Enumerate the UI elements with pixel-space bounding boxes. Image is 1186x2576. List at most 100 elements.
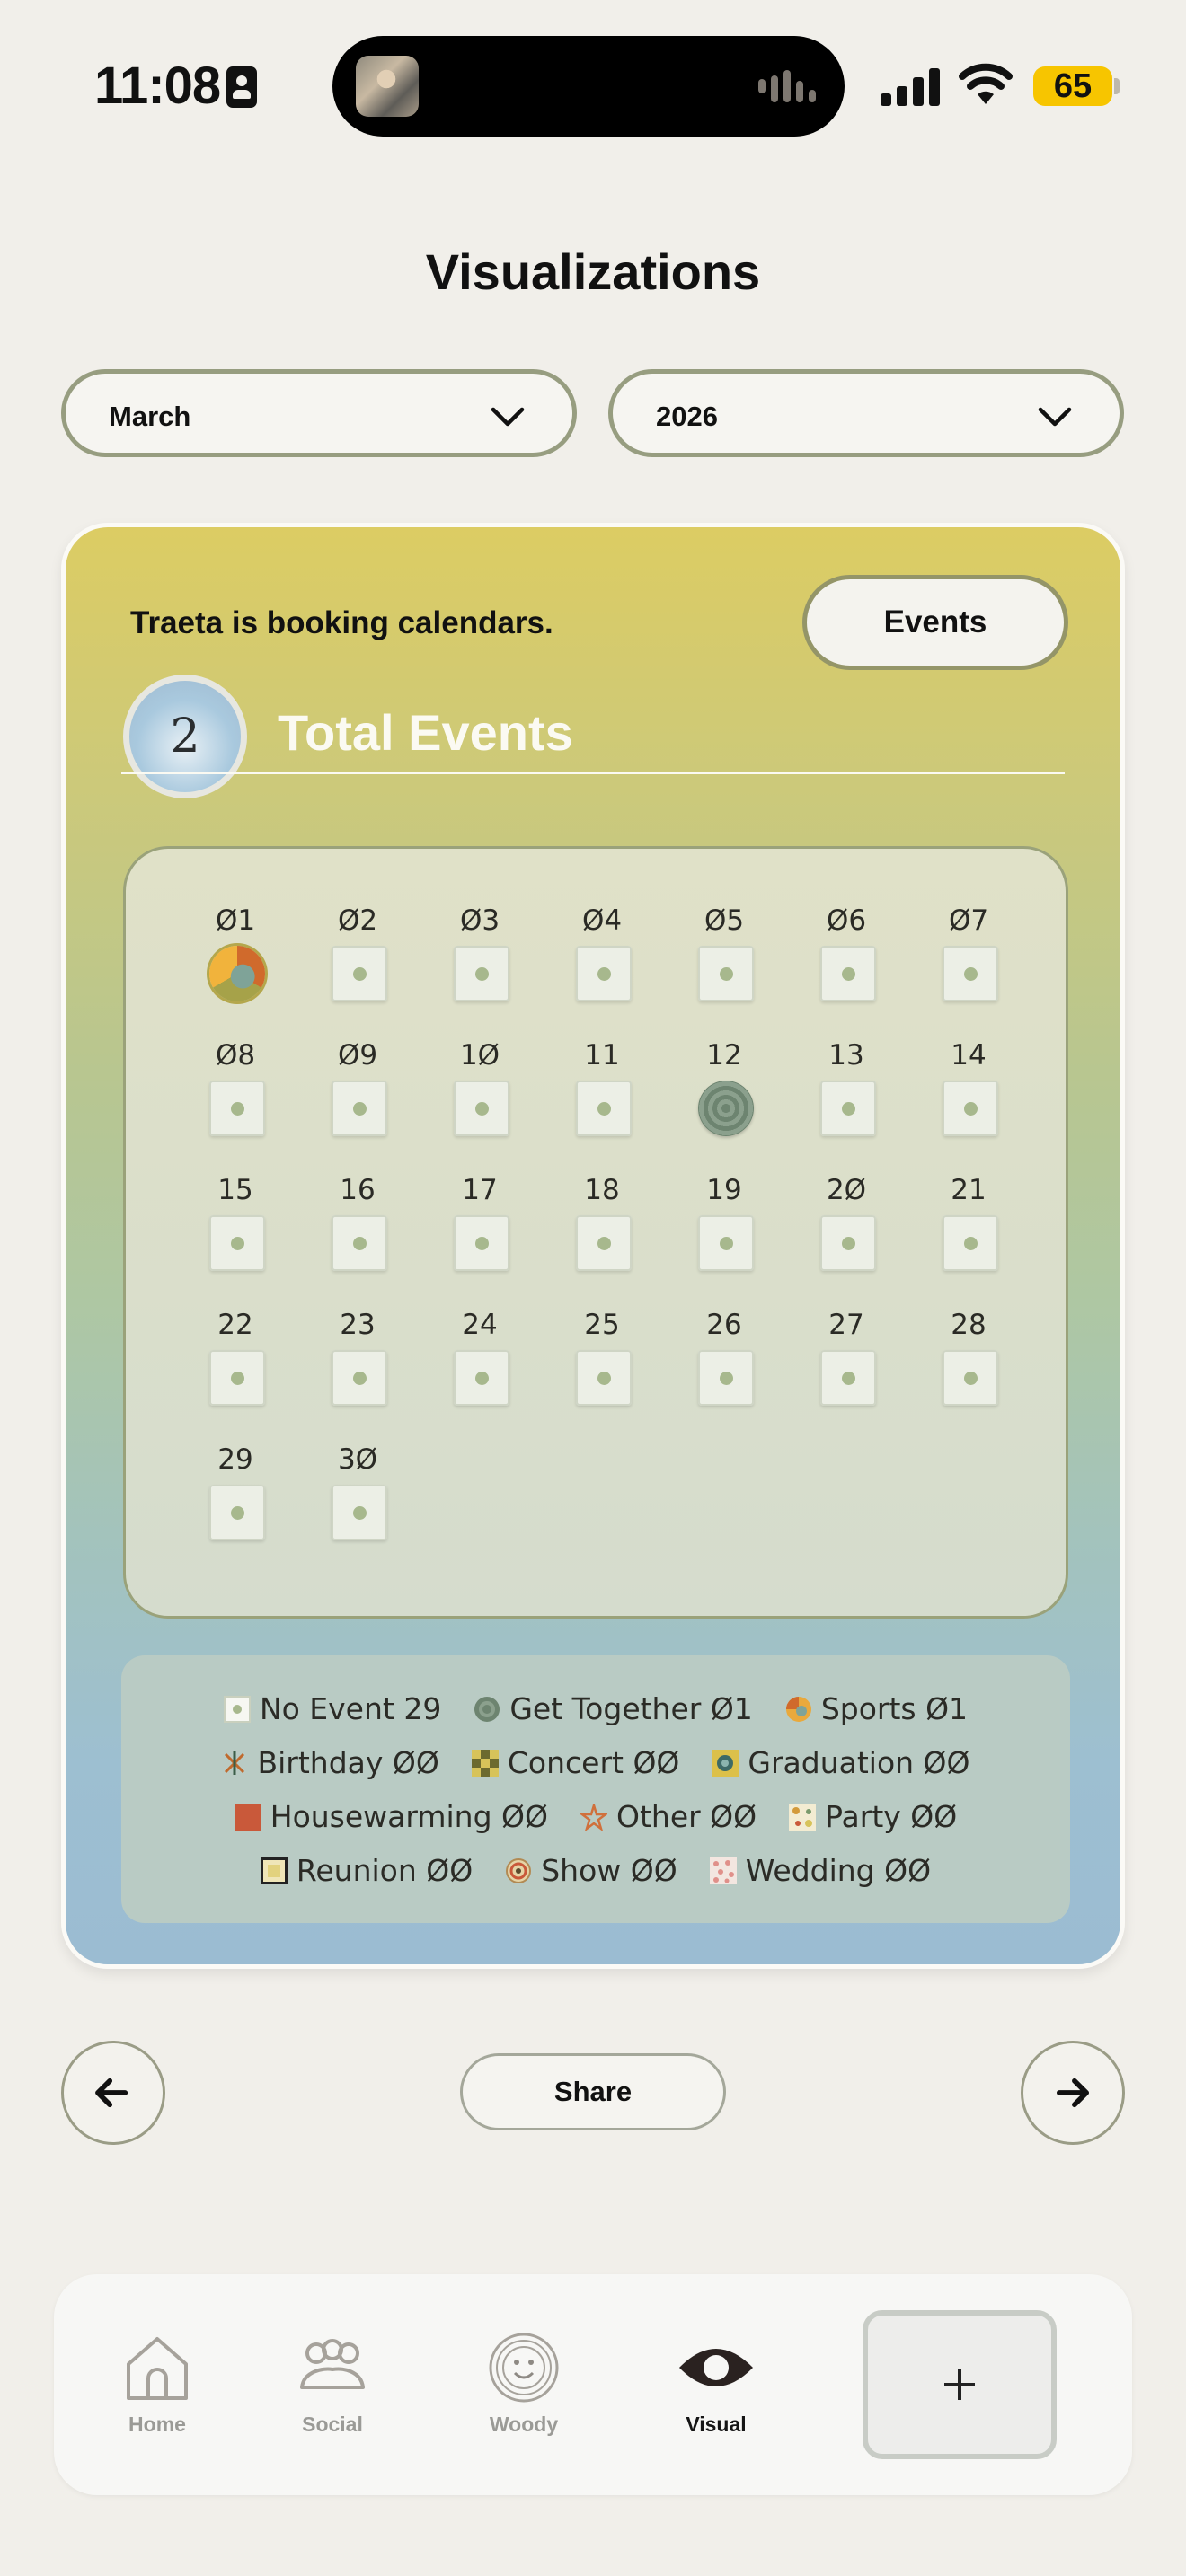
total-events-label: Total Events bbox=[278, 704, 573, 761]
calendar-day[interactable]: 29 bbox=[199, 1443, 271, 1540]
day-number: 16 bbox=[340, 1174, 376, 1206]
day-number: Ø8 bbox=[215, 1039, 256, 1072]
calendar-day[interactable]: 2Ø bbox=[810, 1174, 882, 1271]
calendar-day[interactable]: 24 bbox=[444, 1309, 516, 1406]
legend-item: Reunion ØØ bbox=[260, 1853, 474, 1888]
wedding-icon bbox=[709, 1857, 737, 1884]
no-event-icon bbox=[576, 1081, 632, 1136]
calendar-day[interactable]: 14 bbox=[933, 1039, 1005, 1136]
day-number: Ø6 bbox=[826, 904, 867, 937]
no-event-icon bbox=[698, 1350, 754, 1406]
calendar-day[interactable]: Ø9 bbox=[322, 1039, 394, 1136]
day-number: 22 bbox=[217, 1309, 253, 1341]
no-event-icon bbox=[820, 1081, 876, 1136]
legend-label: Concert ØØ bbox=[507, 1745, 680, 1780]
legend-label: Party ØØ bbox=[825, 1799, 958, 1834]
calendar-day[interactable]: 25 bbox=[566, 1309, 638, 1406]
calendar-day[interactable]: 13 bbox=[810, 1039, 882, 1136]
legend-label: Birthday ØØ bbox=[257, 1745, 439, 1780]
previous-month-button[interactable] bbox=[61, 2041, 165, 2145]
legend-item: No Event 29 bbox=[223, 1691, 441, 1726]
calendar-day[interactable]: 21 bbox=[933, 1174, 1005, 1271]
tab-label: Woody bbox=[489, 2413, 559, 2436]
calendar-day[interactable]: Ø2 bbox=[322, 904, 394, 1001]
no-event-icon bbox=[454, 1081, 509, 1136]
calendar-day[interactable]: 11 bbox=[566, 1039, 638, 1136]
legend-row: Reunion ØØ Show ØØ Wedding ØØ bbox=[121, 1853, 1070, 1888]
day-number: 26 bbox=[706, 1309, 742, 1341]
calendar-day[interactable]: 26 bbox=[688, 1309, 760, 1406]
tab-label: Home bbox=[128, 2413, 186, 2436]
no-event-icon bbox=[454, 1215, 509, 1271]
no-event-icon bbox=[943, 1081, 998, 1136]
contact-card-icon bbox=[226, 66, 257, 108]
tab-label: Visual bbox=[686, 2413, 747, 2436]
day-number: 3Ø bbox=[337, 1443, 378, 1476]
dynamic-island[interactable] bbox=[332, 36, 845, 137]
no-event-icon bbox=[332, 1485, 387, 1540]
divider bbox=[121, 772, 1065, 774]
legend-item: Get Together Ø1 bbox=[474, 1691, 753, 1726]
no-event-icon bbox=[698, 946, 754, 1001]
calendar-day[interactable]: 19 bbox=[688, 1174, 760, 1271]
sports-icon bbox=[209, 946, 265, 1001]
events-button[interactable]: Events bbox=[802, 575, 1068, 670]
legend-label: Housewarming ØØ bbox=[270, 1799, 548, 1834]
day-number: 21 bbox=[951, 1174, 987, 1206]
no-event-icon bbox=[943, 946, 998, 1001]
next-month-button[interactable] bbox=[1021, 2041, 1125, 2145]
calendar-day[interactable]: Ø8 bbox=[199, 1039, 271, 1136]
day-number: 24 bbox=[462, 1309, 498, 1341]
day-number: 11 bbox=[584, 1039, 620, 1072]
legend-item: Wedding ØØ bbox=[709, 1853, 931, 1888]
concert-icon bbox=[471, 1749, 499, 1777]
tab-bar: Home Social Woody Visual bbox=[54, 2274, 1132, 2495]
no-event-icon bbox=[576, 946, 632, 1001]
calendar-day[interactable]: 22 bbox=[199, 1309, 271, 1406]
calendar-day[interactable]: 3Ø bbox=[322, 1443, 394, 1540]
month-select[interactable]: March bbox=[61, 369, 577, 457]
calendar-day[interactable]: Ø3 bbox=[444, 904, 516, 1001]
no-event-icon bbox=[209, 1215, 265, 1271]
tab-social[interactable]: Social bbox=[256, 2332, 409, 2437]
calendar-day[interactable]: 15 bbox=[199, 1174, 271, 1271]
get-together-icon bbox=[698, 1081, 754, 1136]
calendar-day[interactable]: Ø4 bbox=[566, 904, 638, 1001]
calendar-day[interactable]: 18 bbox=[566, 1174, 638, 1271]
tab-home[interactable]: Home bbox=[81, 2332, 234, 2437]
page-title: Visualizations bbox=[425, 243, 761, 300]
year-select[interactable]: 2026 bbox=[608, 369, 1124, 457]
no-event-icon bbox=[576, 1350, 632, 1406]
calendar-day[interactable]: 12 bbox=[688, 1039, 760, 1136]
no-event-icon bbox=[209, 1485, 265, 1540]
day-number: 2Ø bbox=[826, 1174, 867, 1206]
legend-row: Birthday ØØ Concert ØØ Graduation ØØ bbox=[121, 1745, 1070, 1780]
tab-woody[interactable]: Woody bbox=[447, 2332, 600, 2437]
day-number: Ø2 bbox=[337, 904, 378, 937]
calendar-day[interactable]: 16 bbox=[322, 1174, 394, 1271]
day-number: Ø5 bbox=[704, 904, 745, 937]
audio-wave-icon bbox=[758, 70, 818, 102]
legend-label: Reunion ØØ bbox=[296, 1853, 474, 1888]
calendar-day[interactable]: 27 bbox=[810, 1309, 882, 1406]
day-number: Ø7 bbox=[948, 904, 989, 937]
no-event-icon bbox=[332, 1081, 387, 1136]
calendar-day[interactable]: Ø1 bbox=[199, 904, 271, 1001]
add-event-button[interactable] bbox=[863, 2310, 1057, 2459]
legend-item: Show ØØ bbox=[505, 1853, 677, 1888]
tab-visual[interactable]: Visual bbox=[640, 2332, 792, 2437]
calendar-day[interactable]: 1Ø bbox=[444, 1039, 516, 1136]
calendar-day[interactable]: 28 bbox=[933, 1309, 1005, 1406]
calendar-day[interactable]: Ø6 bbox=[810, 904, 882, 1001]
battery-tip bbox=[1114, 78, 1120, 94]
visualization-card: Traeta is booking calendars. Events 2 To… bbox=[61, 523, 1125, 1969]
calendar-day[interactable]: Ø7 bbox=[933, 904, 1005, 1001]
day-number: Ø3 bbox=[459, 904, 500, 937]
no-event-icon bbox=[454, 1350, 509, 1406]
status-time: 11:08 bbox=[94, 57, 221, 115]
calendar-day[interactable]: Ø5 bbox=[688, 904, 760, 1001]
calendar-day[interactable]: 23 bbox=[322, 1309, 394, 1406]
share-button[interactable]: Share bbox=[460, 2053, 726, 2130]
calendar-day[interactable]: 17 bbox=[444, 1174, 516, 1271]
no-event-icon bbox=[209, 1081, 265, 1136]
